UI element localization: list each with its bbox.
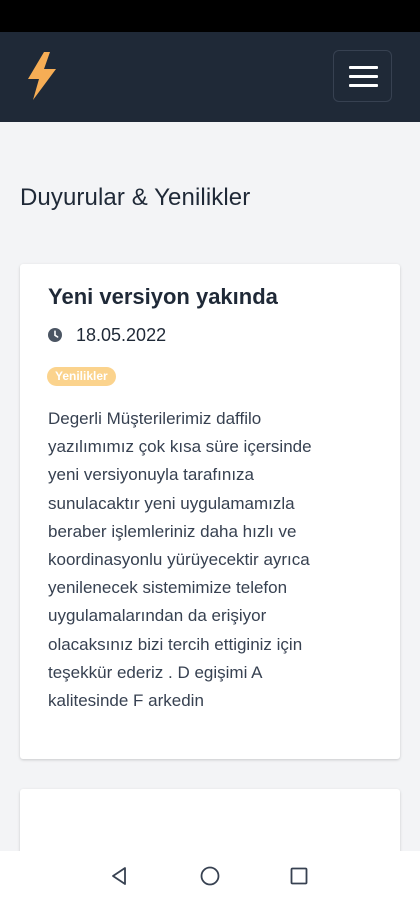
clock-icon xyxy=(48,328,62,342)
system-navigation-bar xyxy=(0,851,420,900)
lightning-bolt-icon[interactable] xyxy=(26,52,58,100)
page-title: Duyurular & Yenilikler xyxy=(20,184,251,211)
back-triangle-icon[interactable] xyxy=(108,864,132,888)
hamburger-menu-icon-bar xyxy=(349,84,378,87)
body-line: teşekkür ederiz . D egişimi A xyxy=(48,662,263,682)
menu-button[interactable] xyxy=(333,50,392,102)
announcement-title: Yeni versiyon yakında xyxy=(48,284,278,309)
body-line: Degerli Müşterilerimiz daffilo xyxy=(48,409,262,428)
app-header xyxy=(0,32,420,122)
recents-square-icon[interactable] xyxy=(287,864,311,888)
body-line: uygulamalarından da erişiyor xyxy=(48,606,267,626)
body-line: beraber işlemleriniz daha hızlı ve xyxy=(48,521,297,541)
announcement-card[interactable]: Yeni versiyon yakında 18.05.2022 Yenilik… xyxy=(20,264,400,759)
body-line: olacaksınız bizi tercih ettiginiz için xyxy=(48,634,303,654)
hamburger-menu-icon-bar xyxy=(349,75,378,78)
status-bar xyxy=(0,0,420,32)
body-line: yeni versiyonuyla tarafınıza xyxy=(48,465,254,485)
body-line: sunulacaktır yeni uygulamamızla xyxy=(48,493,295,513)
announcement-body: Degerli Müşterilerimiz daffilo yazılımım… xyxy=(48,405,378,715)
home-circle-icon[interactable] xyxy=(198,864,222,888)
body-line: kalitesinde F arkedin xyxy=(48,691,204,711)
body-line: yazılımımız çok kısa süre içersinde xyxy=(48,437,312,457)
body-line: koordinasyonlu yürüyecektir ayrıca xyxy=(48,550,310,570)
category-badge: Yenilikler xyxy=(47,367,116,386)
body-line: yenilenecek sistemimize telefon xyxy=(48,578,288,598)
announcement-date-row: 18.05.2022 xyxy=(48,324,166,346)
announcement-date: 18.05.2022 xyxy=(76,324,167,345)
hamburger-menu-icon xyxy=(349,66,378,69)
